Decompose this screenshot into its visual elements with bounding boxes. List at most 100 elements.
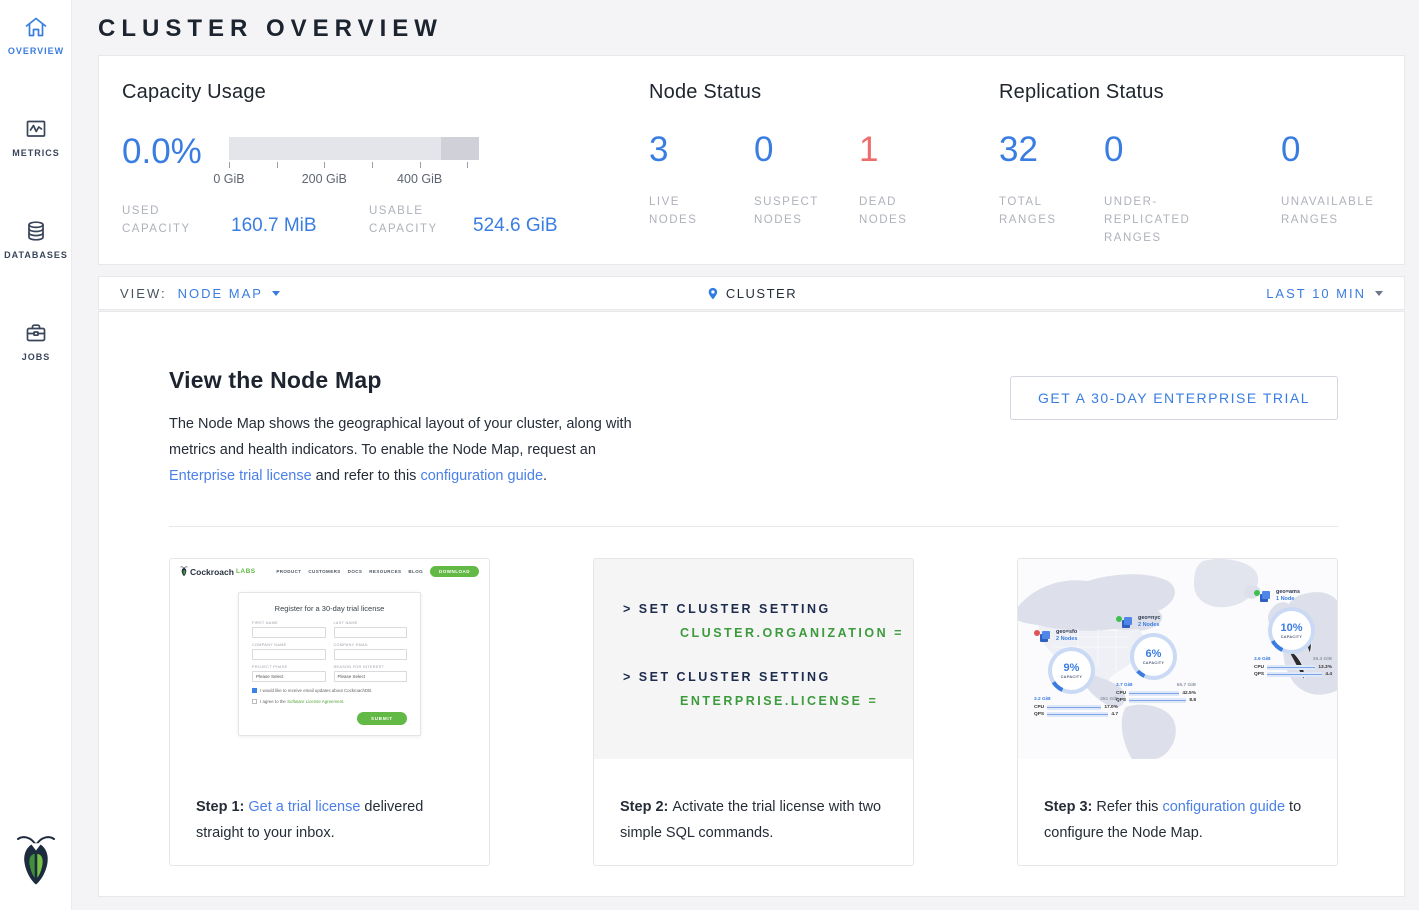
status-dot-red — [1034, 630, 1040, 636]
submit-button[interactable]: SUBMIT — [357, 712, 407, 725]
dead-nodes-value: 1 — [859, 134, 999, 166]
suspect-nodes-value: 0 — [754, 134, 859, 166]
sidebar-item-label: JOBS — [22, 352, 51, 362]
dead-nodes-label: DEAD NODES — [859, 193, 931, 229]
checkbox-label: I agree to the Software License Agreemen… — [260, 699, 344, 704]
step2-card: > SET CLUSTER SETTING CLUSTER.ORGANIZATI… — [593, 558, 914, 866]
sidebar-item-metrics[interactable]: METRICS — [0, 102, 72, 182]
used-capacity-label: USED CAPACITY — [122, 202, 231, 238]
license-agreement-checkbox[interactable] — [252, 699, 257, 704]
node-status-section: Node Status 3 0 1 LIVE NODES SUSPECT NOD… — [649, 56, 999, 264]
nav-item[interactable]: RESOURCES — [369, 569, 401, 574]
locality-label: CLUSTER — [726, 286, 797, 301]
qps-sparkline — [1129, 698, 1186, 703]
get-trial-license-link[interactable]: Get a trial license — [248, 799, 360, 815]
nav-item[interactable]: DOCS — [348, 569, 363, 574]
node-cluster-icon — [1262, 591, 1270, 599]
last-name-field[interactable] — [334, 627, 408, 638]
get-enterprise-trial-button[interactable]: GET A 30-DAY ENTERPRISE TRIAL — [1010, 376, 1338, 420]
unavailable-ranges-value: 0 — [1281, 134, 1404, 166]
enterprise-trial-license-link[interactable]: Enterprise trial license — [169, 468, 312, 484]
company-email-field[interactable] — [334, 649, 408, 660]
node-count: 2 Nodes — [1138, 622, 1160, 629]
reason-for-interest-select[interactable]: Please Select — [334, 671, 408, 682]
time-range-dropdown[interactable]: LAST 10 MIN — [1266, 286, 1383, 301]
cpu-sparkline — [1047, 705, 1101, 710]
nav-item[interactable]: CUSTOMERS — [308, 569, 340, 574]
software-license-agreement-link[interactable]: Software License Agreement. — [287, 699, 344, 704]
project-phase-select[interactable]: Please Select — [252, 671, 326, 682]
axis-tick-label: 400 GiB — [397, 172, 442, 186]
trial-registration-form: Register for a 30-day trial license FIRS… — [238, 592, 421, 736]
capacity-total: 65.7 GiB — [1177, 683, 1196, 688]
field-label: LAST NAME — [334, 621, 408, 625]
cpu-value: 13.3% — [1318, 665, 1332, 670]
step1-card: Cockroach LABS PRODUCT CUSTOMERS DOCS RE… — [169, 558, 490, 866]
configuration-guide-link[interactable]: configuration guide — [1162, 799, 1285, 815]
node-count: 1 Node — [1276, 596, 1300, 603]
capacity-used: 3.7 GiB — [1116, 683, 1133, 688]
qps-label: QPS — [1254, 672, 1264, 677]
field-label: PROJECT PHASE — [252, 665, 326, 669]
node-marker-nyc[interactable]: geo=nyc2 Nodes 6%CAPACITY 3.7 GiB65.7 Gi… — [1116, 615, 1196, 703]
cockroach-bug-icon — [180, 566, 188, 577]
cpu-label: CPU — [1116, 691, 1126, 696]
qps-sparkline — [1267, 672, 1322, 677]
capacity-total: 36.4 GiB — [1313, 657, 1332, 662]
field-label: COMPANY EMAIL — [334, 643, 408, 647]
under-replicated-ranges-value: 0 — [1104, 134, 1281, 166]
qps-value: 4.7 — [1111, 712, 1118, 717]
section-description: The Node Map shows the geographical layo… — [169, 411, 637, 489]
qps-value: 8.8 — [1189, 698, 1196, 703]
page-title: CLUSTER OVERVIEW — [72, 0, 1419, 55]
usable-capacity-value: 524.6 GiB — [473, 215, 558, 238]
cpu-label: CPU — [1254, 665, 1264, 670]
capacity-axis-ticks — [229, 162, 479, 170]
trial-registration-thumbnail: Cockroach LABS PRODUCT CUSTOMERS DOCS RE… — [170, 559, 489, 759]
download-button[interactable]: DOWNLOAD — [430, 566, 479, 577]
node-map-thumbnail: geo=sfo2 Nodes 9%CAPACITY 3.2 GiB351 GiB… — [1018, 559, 1337, 759]
databases-icon — [23, 218, 49, 244]
email-updates-checkbox[interactable] — [252, 688, 257, 693]
replication-status-title: Replication Status — [999, 81, 1404, 104]
step3-card: geo=sfo2 Nodes 9%CAPACITY 3.2 GiB351 GiB… — [1017, 558, 1338, 866]
qps-value: 4.4 — [1325, 672, 1332, 677]
configuration-guide-link[interactable]: configuration guide — [420, 468, 543, 484]
first-name-field[interactable] — [252, 627, 326, 638]
company-name-field[interactable] — [252, 649, 326, 660]
node-marker-ams[interactable]: geo=ams1 Node 10%CAPACITY 3.6 GiB36.4 Gi… — [1254, 589, 1332, 677]
cpu-sparkline — [1129, 691, 1179, 696]
node-marker-sfo[interactable]: geo=sfo2 Nodes 9%CAPACITY 3.2 GiB351 GiB… — [1034, 629, 1118, 717]
sql-prompt-line: > SET CLUSTER SETTING — [623, 670, 913, 684]
capacity-label: CAPACITY — [1143, 661, 1165, 665]
sidebar-item-databases[interactable]: DATABASES — [0, 204, 72, 284]
capacity-bar-chart: 0 GiB 200 GiB 400 GiB — [229, 137, 479, 187]
cluster-summary-panel: Capacity Usage 0.0% 0 GiB 200 GiB 400 Gi… — [98, 55, 1405, 265]
form-title: Register for a 30-day trial license — [252, 604, 407, 613]
qps-label: QPS — [1034, 712, 1044, 717]
capacity-bar — [229, 137, 479, 160]
cpu-sparkline — [1267, 665, 1315, 670]
sidebar-item-label: METRICS — [12, 148, 60, 158]
sql-setting-line: ENTERPRISE.LICENSE = — [680, 694, 913, 708]
locality-breadcrumb: CLUSTER — [706, 285, 797, 302]
under-replicated-ranges-label: UNDER-REPLICATED RANGES — [1104, 193, 1236, 247]
node-count: 2 Nodes — [1056, 636, 1077, 643]
node-cluster-icon — [1042, 631, 1050, 639]
view-selector-dropdown[interactable]: VIEW: NODE MAP — [120, 286, 280, 301]
nav-item[interactable]: PRODUCT — [276, 569, 301, 574]
sidebar-item-jobs[interactable]: JOBS — [0, 306, 72, 386]
description-text: . — [543, 468, 547, 484]
checkbox-text: I agree to the — [260, 699, 287, 704]
sql-commands-block: > SET CLUSTER SETTING CLUSTER.ORGANIZATI… — [594, 559, 913, 759]
sql-setting-line: CLUSTER.ORGANIZATION = — [680, 626, 913, 640]
description-text: and refer to this — [312, 468, 421, 484]
locality-name: geo=nyc — [1138, 615, 1160, 622]
sidebar-item-overview[interactable]: OVERVIEW — [0, 0, 72, 80]
content: CLUSTER OVERVIEW Capacity Usage 0.0% 0 G… — [72, 0, 1419, 910]
nav-item[interactable]: BLOG — [408, 569, 423, 574]
metrics-icon — [23, 116, 49, 142]
node-cluster-icon — [1124, 617, 1132, 625]
home-icon — [23, 14, 49, 40]
replication-status-section: Replication Status 32 0 0 TOTAL RANGES U… — [999, 56, 1404, 264]
